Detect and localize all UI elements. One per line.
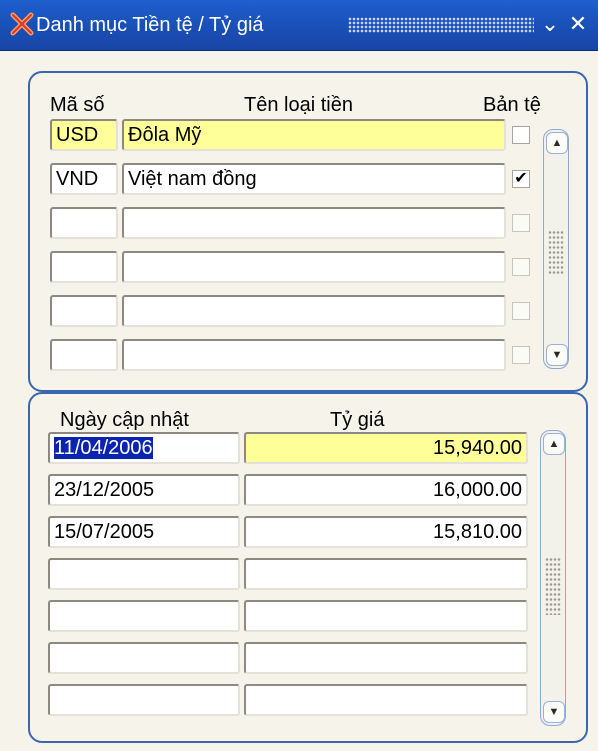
scroll-down-icon[interactable]: ▼ xyxy=(543,701,565,723)
checkmark-icon: ✔ xyxy=(514,170,528,187)
exchange-rate-field[interactable] xyxy=(244,642,528,674)
update-date-field[interactable]: 11/04/2006 xyxy=(48,432,240,464)
header-base-currency: Bản tệ xyxy=(483,94,541,116)
currency-name-field[interactable]: Đôla Mỹ xyxy=(122,119,506,151)
currency-name-field[interactable]: Việt nam đồng xyxy=(122,163,506,195)
title-grip xyxy=(348,17,534,33)
update-date-field[interactable]: 15/07/2005 xyxy=(48,516,240,548)
currency-panel: Mã số Tên loại tiền Bản tệ ▲ ▼ USD Đôla M… xyxy=(28,71,588,392)
currency-code-field[interactable] xyxy=(50,207,118,239)
close-button[interactable]: ✕ xyxy=(564,10,592,38)
header-currency-name: Tên loại tiền xyxy=(244,94,353,116)
update-date-field[interactable]: 23/12/2005 xyxy=(48,474,240,506)
exchange-rate-field[interactable]: 16,000.00 xyxy=(244,474,528,506)
window-title: Danh mục Tiền tệ / Tỷ giá xyxy=(36,14,264,36)
exchange-rate-field[interactable]: 15,810.00 xyxy=(244,516,528,548)
header-update-date: Ngày cập nhật xyxy=(60,409,189,431)
currency-name-field[interactable] xyxy=(122,339,506,371)
base-currency-checkbox[interactable] xyxy=(512,126,530,144)
currency-scrollbar[interactable]: ▲ ▼ xyxy=(543,129,569,369)
base-currency-checkbox[interactable] xyxy=(512,258,530,276)
currency-name-field[interactable] xyxy=(122,295,506,327)
currency-name-field[interactable] xyxy=(122,251,506,283)
currency-code-field[interactable] xyxy=(50,295,118,327)
selected-date-text: 11/04/2006 xyxy=(54,437,153,459)
rate-scrollbar[interactable]: ▲ ▼ xyxy=(540,430,566,726)
exchange-rate-panel: Ngày cập nhật Tỷ giá ▲ ▼ 11/04/2006 15,94… xyxy=(28,392,588,743)
base-currency-checkbox[interactable]: ✔ xyxy=(512,170,530,188)
currency-name-field[interactable] xyxy=(122,207,506,239)
currency-code-field[interactable]: VND xyxy=(50,163,118,195)
scroll-up-icon[interactable]: ▲ xyxy=(543,433,565,455)
currency-code-field[interactable] xyxy=(50,251,118,283)
update-date-field[interactable] xyxy=(48,642,240,674)
base-currency-checkbox[interactable] xyxy=(512,214,530,232)
header-code: Mã số xyxy=(50,94,105,116)
exchange-rate-field[interactable] xyxy=(244,600,528,632)
title-bar[interactable]: Danh mục Tiền tệ / Tỷ giá ⌄ ✕ xyxy=(0,0,598,51)
scroll-thumb-grip[interactable] xyxy=(545,557,561,615)
base-currency-checkbox[interactable] xyxy=(512,302,530,320)
currency-code-field[interactable]: USD xyxy=(50,119,118,151)
exchange-rate-field[interactable] xyxy=(244,558,528,590)
update-date-field[interactable] xyxy=(48,558,240,590)
app-x-icon xyxy=(10,12,34,36)
exchange-rate-field[interactable]: 15,940.00 xyxy=(244,432,528,464)
update-date-field[interactable] xyxy=(48,684,240,716)
scroll-down-icon[interactable]: ▼ xyxy=(546,344,568,366)
scroll-up-icon[interactable]: ▲ xyxy=(546,132,568,154)
exchange-rate-field[interactable] xyxy=(244,684,528,716)
window-body: Mã số Tên loại tiền Bản tệ ▲ ▼ USD Đôla M… xyxy=(0,51,598,751)
header-rate: Tỷ giá xyxy=(330,409,385,431)
scroll-thumb-grip[interactable] xyxy=(548,230,564,276)
update-date-field[interactable] xyxy=(48,600,240,632)
currency-code-field[interactable] xyxy=(50,339,118,371)
base-currency-checkbox[interactable] xyxy=(512,346,530,364)
minimize-button[interactable]: ⌄ xyxy=(536,10,564,38)
